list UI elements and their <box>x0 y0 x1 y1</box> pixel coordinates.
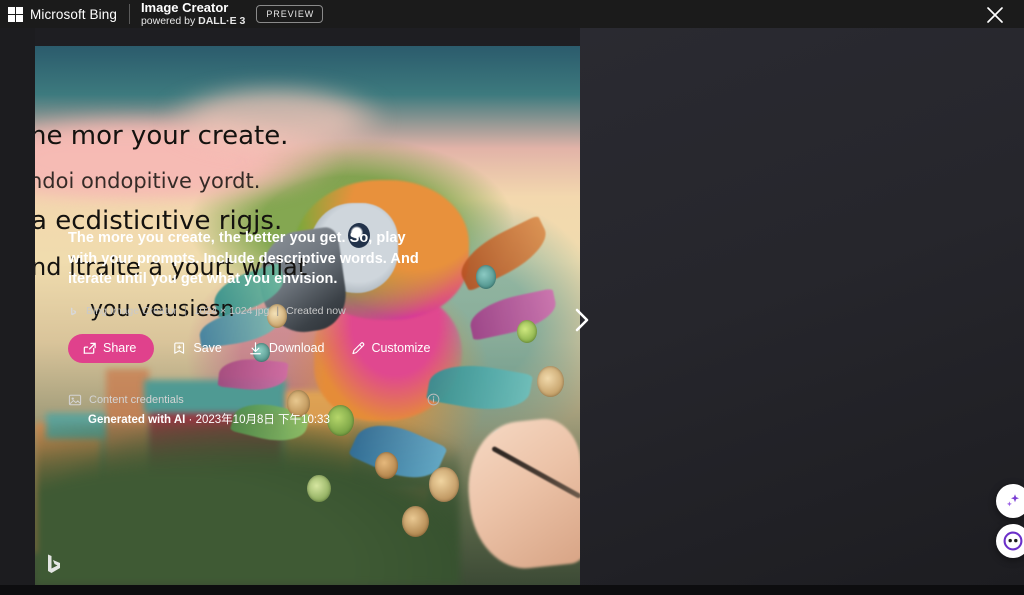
download-label: Download <box>268 341 325 356</box>
share-icon <box>83 342 96 354</box>
powered-by-label: powered by <box>140 14 199 27</box>
bottom-strip <box>0 585 1024 595</box>
product-title: Image Creator <box>140 0 229 16</box>
share-label: Share <box>103 341 137 356</box>
info-circle-icon <box>427 393 440 406</box>
meta-source: Bing Image Creator <box>86 305 178 318</box>
sparkle-icon <box>1006 494 1019 507</box>
meta-created: Created now <box>286 305 346 318</box>
credentials-info-button[interactable] <box>427 393 440 406</box>
sparkle-fab-button[interactable] <box>996 484 1024 518</box>
generated-with-ai-label: Generated with AI <box>88 413 186 426</box>
credentials-timestamp: 2023年10月8日 下午10:33 <box>195 413 330 426</box>
preview-badge: PREVIEW <box>256 5 324 23</box>
detail-panel <box>580 28 1024 585</box>
close-icon <box>987 7 1003 23</box>
top-bar: Microsoft Bing Image Creator powered by … <box>0 0 1024 28</box>
save-button[interactable]: Save <box>164 335 230 362</box>
cloud-decor-2 <box>165 83 384 154</box>
left-gutter <box>0 28 35 585</box>
brand-label[interactable]: Microsoft Bing <box>30 7 117 22</box>
customize-label: Customize <box>371 341 431 356</box>
bing-logo-icon <box>48 554 60 573</box>
microsoft-squares-icon <box>8 6 23 22</box>
image-viewer-stage: he mor your create. ndoi ondopitive yord… <box>0 28 1024 585</box>
content-credentials: Content credentials Generated with AI · … <box>68 393 440 427</box>
content-credentials-icon <box>68 394 82 405</box>
product-subtitle: powered by DALL·E 3 <box>140 14 246 27</box>
content-credentials-title: Content credentials <box>89 393 184 406</box>
meta-dimensions: 1024 × 1024 jpg <box>193 305 270 318</box>
chevron-right-icon <box>575 308 589 332</box>
model-label: DALL·E 3 <box>198 14 246 27</box>
next-image-button[interactable] <box>568 300 596 340</box>
image-creator-brand: Image Creator powered by DALL·E 3 <box>141 1 245 27</box>
copilot-fab-button[interactable] <box>996 524 1024 558</box>
meta-separator: | <box>276 305 280 318</box>
content-credentials-header: Content credentials <box>68 393 428 407</box>
close-button[interactable] <box>982 2 1008 28</box>
save-icon <box>174 342 185 354</box>
customize-button[interactable]: Customize <box>342 335 438 362</box>
share-button[interactable]: Share <box>68 333 155 363</box>
prompt-text: The more you create, the better you get.… <box>68 230 419 288</box>
topbar-divider <box>128 4 130 24</box>
save-label: Save <box>193 341 222 356</box>
generated-with-ai-row: Generated with AI · 2023年10月8日 下午10:33 <box>88 411 428 427</box>
credentials-dot: · <box>188 413 193 426</box>
action-bar: Share Save Download Customize <box>68 333 431 363</box>
meta-separator: | <box>184 305 187 318</box>
image-metadata: Bing Image Creator | 1024 × 1024 jpg | C… <box>68 305 428 318</box>
download-button[interactable]: Download <box>240 335 333 362</box>
image-details: The more you create, the better you get.… <box>68 228 440 427</box>
copilot-face-icon <box>1003 531 1023 551</box>
bing-logo-icon <box>70 307 77 316</box>
customize-icon <box>352 342 365 354</box>
download-icon <box>250 342 261 355</box>
